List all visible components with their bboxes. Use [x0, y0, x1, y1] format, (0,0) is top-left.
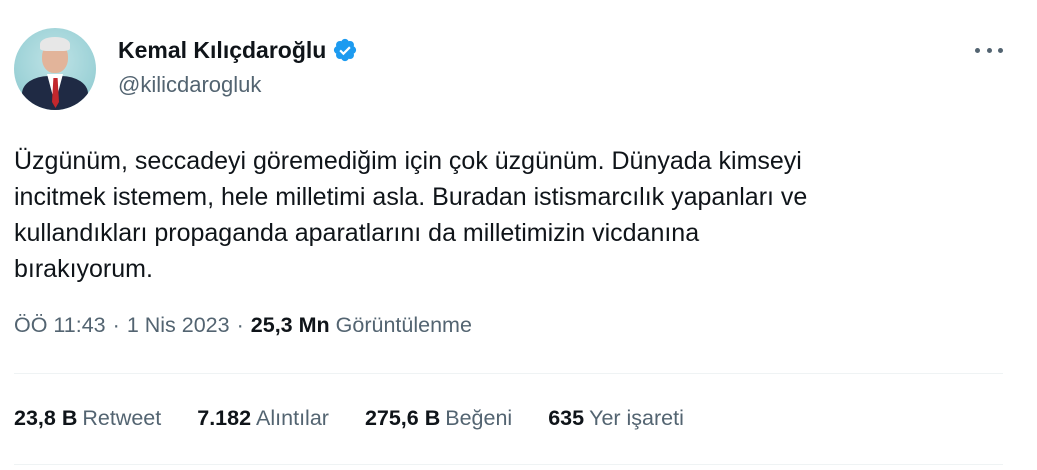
retweets-label: Retweet	[82, 406, 162, 430]
likes-count: 275,6 B	[364, 406, 441, 430]
bookmarks-label: Yer işareti	[589, 406, 684, 430]
avatar[interactable]	[14, 28, 96, 110]
meta-separator: ·	[236, 313, 244, 337]
more-dot	[986, 47, 992, 53]
meta-separator: ·	[112, 313, 120, 337]
author-info: Kemal Kılıçdaroğlu @kilicdarogluk	[118, 36, 358, 98]
tweet-date[interactable]: 1 Nis 2023	[127, 313, 230, 338]
views-count: 25,3 Mn	[250, 313, 330, 337]
tweet-detail: Kemal Kılıçdaroğlu @kilicdarogluk Üzgünü…	[0, 0, 1037, 470]
name-row: Kemal Kılıçdaroğlu	[118, 36, 358, 64]
bookmarks-stat[interactable]: 635 Yer işareti	[548, 406, 684, 431]
tweet-meta: ÖÖ 11:43 · 1 Nis 2023 · 25,3 Mn Görüntül…	[14, 313, 472, 338]
bookmarks-count: 635	[548, 406, 585, 430]
more-dot	[998, 47, 1003, 53]
engagement-stats: 23,8 B Retweet 7.182 Alıntılar 275,6 B B…	[14, 406, 720, 431]
quotes-stat[interactable]: 7.182 Alıntılar	[197, 406, 329, 431]
likes-label: Beğeni	[445, 406, 513, 430]
author-handle[interactable]: @kilicdarogluk	[118, 72, 358, 98]
retweets-count: 23,8 B	[14, 406, 78, 430]
divider	[14, 373, 1003, 374]
views-label: Görüntülenme	[335, 313, 472, 337]
quotes-count: 7.182	[197, 406, 252, 430]
tweet-header: Kemal Kılıçdaroğlu @kilicdarogluk	[14, 28, 358, 110]
divider	[14, 464, 1003, 465]
quotes-label: Alıntılar	[256, 406, 329, 430]
tweet-text: Üzgünüm, seccadeyi göremediğim için çok …	[14, 147, 808, 283]
likes-stat[interactable]: 275,6 B Beğeni	[365, 406, 512, 431]
more-options-icon[interactable]	[975, 38, 1003, 62]
avatar-hair	[40, 37, 70, 51]
tweet-time[interactable]: ÖÖ 11:43	[14, 313, 106, 338]
more-dot	[975, 47, 980, 53]
verified-badge-icon[interactable]	[332, 37, 358, 63]
retweets-stat[interactable]: 23,8 B Retweet	[14, 406, 161, 431]
author-display-name[interactable]: Kemal Kılıçdaroğlu	[118, 37, 326, 64]
